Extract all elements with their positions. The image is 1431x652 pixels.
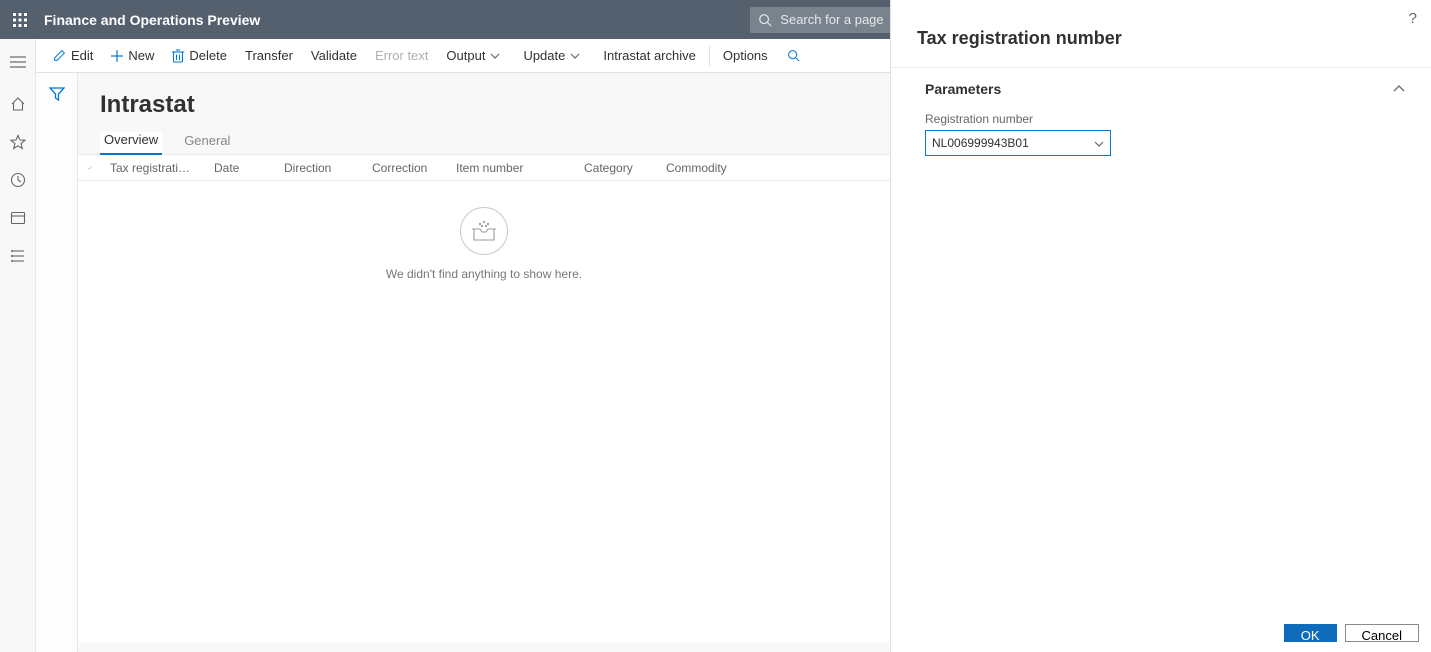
side-panel: ? Tax registration number Parameters Reg… [890, 0, 1431, 652]
panel-footer: OK Cancel [891, 624, 1431, 652]
transfer-button[interactable]: Transfer [236, 39, 302, 73]
field-label: Registration number [925, 112, 1405, 126]
output-menu[interactable]: Output [437, 39, 514, 73]
filter-rail [36, 73, 78, 652]
col-direction[interactable]: Direction [284, 161, 372, 175]
empty-box-icon [460, 207, 508, 255]
col-item-number[interactable]: Item number [456, 161, 584, 175]
col-commodity[interactable]: Commodity [666, 161, 786, 175]
chevron-down-icon [1094, 136, 1104, 150]
star-icon[interactable] [9, 133, 27, 151]
tab-overview[interactable]: Overview [100, 132, 162, 155]
tab-general[interactable]: General [184, 133, 230, 154]
section-title: Parameters [925, 81, 1001, 97]
home-icon[interactable] [9, 95, 27, 113]
delete-button[interactable]: Delete [163, 39, 236, 73]
workspaces-icon[interactable] [9, 209, 27, 227]
modules-icon[interactable] [9, 247, 27, 265]
grid-header: Tax registration num... Date Direction C… [78, 155, 890, 181]
col-tax-registration[interactable]: Tax registration num... [110, 161, 214, 175]
cancel-button[interactable]: Cancel [1345, 624, 1419, 642]
waffle-icon[interactable] [0, 0, 40, 39]
page-title: Intrastat [78, 73, 890, 125]
help-icon[interactable]: ? [1409, 10, 1417, 27]
filter-icon[interactable] [49, 87, 65, 652]
validate-button[interactable]: Validate [302, 39, 366, 73]
intrastat-archive-button[interactable]: Intrastat archive [594, 39, 705, 73]
field-registration-number: Registration number NL006999943B01 [891, 102, 1431, 156]
col-category[interactable]: Category [584, 161, 666, 175]
col-correction[interactable]: Correction [372, 161, 456, 175]
panel-title: Tax registration number [891, 0, 1431, 67]
empty-text: We didn't find anything to show here. [386, 267, 582, 281]
edit-button[interactable]: Edit [44, 39, 102, 73]
ok-button[interactable]: OK [1284, 624, 1337, 642]
col-date[interactable]: Date [214, 161, 284, 175]
hamburger-icon[interactable] [9, 53, 27, 71]
search-icon [758, 13, 772, 27]
chevron-up-icon [1393, 80, 1405, 98]
action-search-button[interactable] [777, 39, 815, 73]
separator [709, 46, 710, 66]
trash-icon [172, 49, 184, 63]
options-button[interactable]: Options [714, 39, 777, 73]
combo-value: NL006999943B01 [932, 136, 1029, 150]
tabs: Overview General [78, 125, 890, 155]
plus-icon [111, 50, 123, 62]
recent-icon[interactable] [9, 171, 27, 189]
select-all-checkbox[interactable] [88, 163, 110, 173]
pencil-icon [53, 49, 66, 62]
main-content: Intrastat Overview General Tax registrat… [78, 73, 890, 652]
registration-number-combo[interactable]: NL006999943B01 [925, 130, 1111, 156]
search-icon [787, 49, 800, 62]
empty-state: We didn't find anything to show here. [78, 181, 890, 642]
update-menu[interactable]: Update [514, 39, 594, 73]
nav-rail [0, 39, 36, 652]
search-placeholder: Search for a page [780, 12, 883, 27]
app-title: Finance and Operations Preview [44, 12, 260, 28]
chevron-down-icon [570, 53, 580, 59]
chevron-down-icon [490, 53, 500, 59]
section-parameters-toggle[interactable]: Parameters [891, 68, 1431, 102]
new-button[interactable]: New [102, 39, 163, 73]
check-icon [88, 163, 92, 173]
error-text-button: Error text [366, 39, 437, 73]
